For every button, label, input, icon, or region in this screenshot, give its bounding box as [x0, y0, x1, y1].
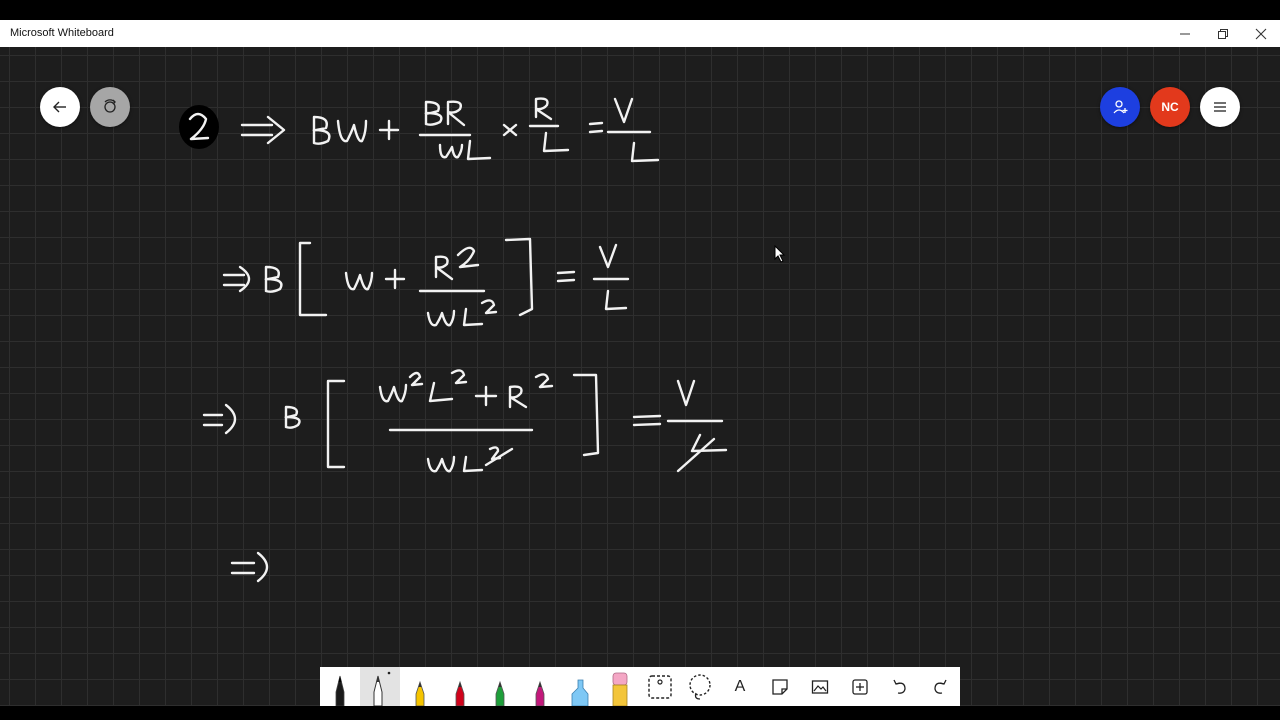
- text-tool-label: A: [734, 677, 746, 695]
- equation-line-2: [222, 237, 630, 327]
- redo-button[interactable]: [920, 667, 960, 706]
- highlighter-icon: [571, 679, 589, 706]
- equation-line-1: [179, 97, 660, 163]
- equation-line-4: [230, 551, 269, 583]
- highlighter-tool[interactable]: [560, 667, 600, 706]
- back-arrow-icon: [53, 101, 66, 113]
- undo-icon: [893, 679, 906, 694]
- menu-button[interactable]: [1200, 87, 1240, 127]
- green-pen-tool[interactable]: [480, 667, 520, 706]
- pink-pen-icon: [535, 680, 545, 706]
- letterbox-top: [0, 0, 1280, 20]
- lasso-icon: [689, 673, 711, 700]
- green-pen-icon: [495, 680, 505, 706]
- equation-line-3: [202, 369, 728, 473]
- pink-pen-tool[interactable]: [520, 667, 560, 706]
- text-tool[interactable]: A: [720, 667, 760, 706]
- image-tool[interactable]: [800, 667, 840, 706]
- image-icon: [811, 679, 829, 694]
- yellow-pen-tool[interactable]: [400, 667, 440, 706]
- close-button[interactable]: [1242, 20, 1280, 47]
- plus-box-icon: [852, 678, 868, 695]
- black-pen-tool[interactable]: [320, 667, 360, 706]
- whiteboard-canvas[interactable]: NC: [0, 47, 1280, 706]
- close-icon: [1255, 28, 1267, 39]
- back-button[interactable]: [40, 87, 80, 127]
- share-icon: [104, 99, 116, 113]
- restore-button[interactable]: [1204, 20, 1242, 47]
- sticky-note-icon: [772, 678, 788, 695]
- handwritten-equations: [179, 97, 728, 583]
- share-button[interactable]: [90, 87, 130, 127]
- redo-icon: [934, 679, 947, 694]
- sticky-note-tool[interactable]: [760, 667, 800, 706]
- user-avatar[interactable]: NC: [1150, 87, 1190, 127]
- add-person-icon: [1113, 100, 1128, 114]
- white-pen-tool[interactable]: [360, 667, 400, 706]
- lasso-tool[interactable]: [680, 667, 720, 706]
- ruler-icon: [648, 674, 672, 699]
- undo-button[interactable]: [880, 667, 920, 706]
- white-pen-icon: [373, 671, 391, 706]
- insert-tool[interactable]: [840, 667, 880, 706]
- title-bar: Microsoft Whiteboard: [0, 20, 1280, 47]
- red-pen-icon: [455, 680, 465, 706]
- black-pen-icon: [335, 675, 345, 706]
- minimize-icon: [1180, 33, 1190, 34]
- hamburger-menu-icon: [1214, 102, 1226, 112]
- app-title: Microsoft Whiteboard: [10, 27, 114, 39]
- yellow-pen-icon: [415, 680, 425, 706]
- mouse-cursor-icon: [774, 245, 786, 263]
- eraser-icon: [612, 672, 628, 706]
- invite-button[interactable]: [1100, 87, 1140, 127]
- ruler-tool[interactable]: [640, 667, 680, 706]
- eraser-tool[interactable]: [600, 667, 640, 706]
- drawing-toolbar: A: [320, 667, 960, 706]
- letterbox-bottom: [0, 706, 1280, 720]
- red-pen-tool[interactable]: [440, 667, 480, 706]
- restore-icon: [1218, 28, 1228, 39]
- minimize-button[interactable]: [1166, 20, 1204, 47]
